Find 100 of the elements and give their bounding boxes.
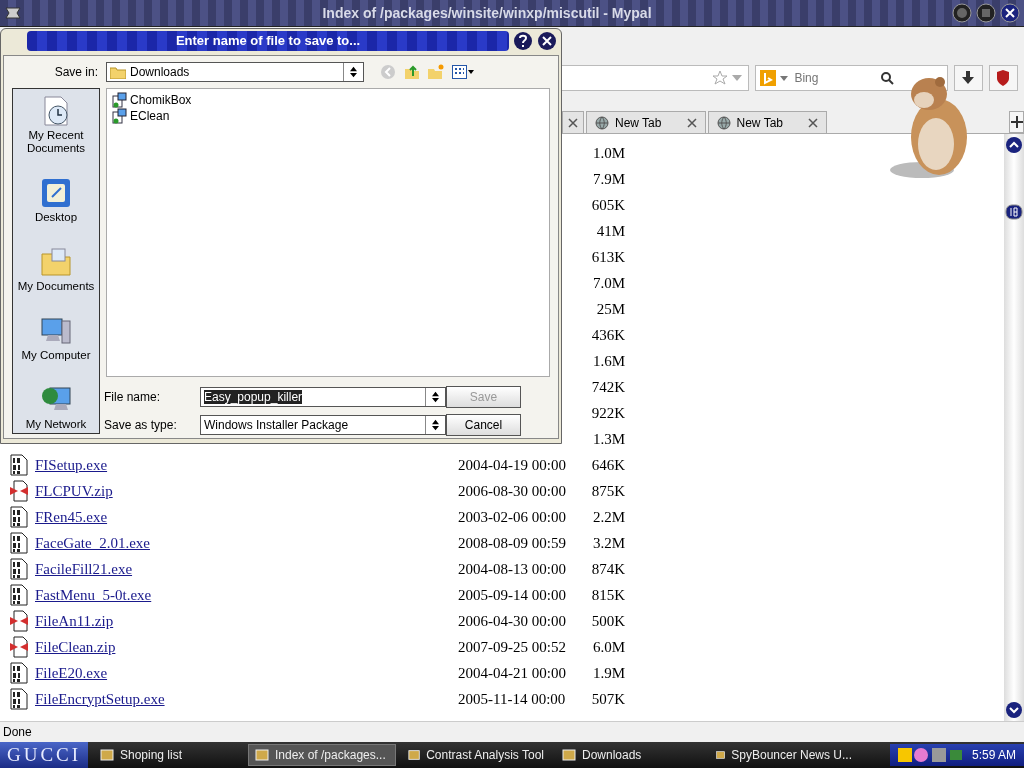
cancel-button[interactable]: Cancel (446, 414, 521, 436)
size-cell-text: 646K (590, 456, 625, 474)
places-item[interactable]: Desktop (13, 177, 99, 224)
app-icon (4, 5, 22, 21)
file-link[interactable]: FRen45.exe (35, 508, 451, 526)
places-item[interactable]: My Computer (13, 315, 99, 362)
browser-tab[interactable] (562, 111, 584, 133)
archive-file-icon (10, 480, 28, 502)
size-cell-text: 1.9M (591, 664, 625, 682)
file-link[interactable]: FileAn11.zip (35, 612, 451, 630)
binary-file-icon (10, 506, 28, 528)
window-icon (562, 748, 576, 762)
blocker-button[interactable] (988, 65, 1018, 91)
size-cell-text: 874K (590, 560, 625, 578)
plus-icon (1010, 116, 1023, 128)
file-link[interactable]: FLCPUV.zip (35, 482, 451, 500)
taskbar-button[interactable]: SpyBouncer News U... (710, 744, 858, 766)
size-cell-text: 25M (595, 300, 625, 318)
file-name-label: File name: (104, 390, 162, 404)
tray-icons[interactable] (897, 747, 964, 763)
places-item[interactable]: My Recent Documents (13, 95, 99, 155)
save-in-dropdown[interactable]: Downloads (106, 62, 364, 82)
date-cell-text: 2005-09-14 00:00 (458, 586, 567, 604)
binary-file-icon (10, 662, 28, 684)
date-cell-text: 2004-04-19 00:00 (458, 456, 567, 474)
dropdown-icon[interactable] (780, 75, 789, 81)
file-link[interactable]: FileEncryptSetup.exe (35, 690, 451, 708)
taskbar-button[interactable]: Downloads (556, 744, 704, 766)
up-folder-icon[interactable] (404, 64, 420, 80)
size-cell-text: 815K (590, 586, 625, 604)
size-cell-text: 6.0M (591, 638, 625, 656)
taskbar-button[interactable]: Contrast Analysis Tool (402, 744, 550, 766)
browser-tab[interactable]: New Tab (707, 111, 828, 133)
size-cell-text: 605K (590, 196, 625, 214)
size-cell-text: 742K (590, 378, 625, 396)
desktop-icon (40, 177, 72, 209)
date-cell-text: 2007-09-25 00:52 (458, 638, 567, 656)
size-cell-text: 507K (590, 690, 625, 708)
size-cell-text: 3.2M (591, 534, 625, 552)
size-cell-text: 922K (590, 404, 625, 422)
window-icon (716, 748, 726, 762)
size-cell-text: 2.2M (591, 508, 625, 526)
file-name-field[interactable]: Easy_popup_killer (200, 387, 446, 407)
size-cell-text: 436K (590, 326, 625, 344)
star-icon[interactable] (712, 70, 729, 86)
file-link[interactable]: FileE20.exe (35, 664, 451, 682)
close-icon[interactable] (537, 31, 557, 51)
file-link[interactable]: FaceGate_2.01.exe (35, 534, 451, 552)
date-cell-text: 2004-08-13 00:00 (458, 560, 567, 578)
computer-icon (40, 315, 72, 347)
globe-icon (595, 115, 609, 130)
size-cell-text: 1.0M (591, 144, 625, 162)
installer-icon (111, 108, 127, 124)
file-link[interactable]: FastMenu_5-0t.exe (35, 586, 451, 604)
close-icon[interactable] (1000, 3, 1020, 23)
clock: 5:59 AM (971, 748, 1016, 762)
status-text: Done (3, 725, 32, 739)
view-menu-icon[interactable] (452, 65, 474, 79)
new-tab-button[interactable] (1009, 111, 1024, 133)
file-type-dropdown[interactable]: Windows Installer Package (200, 415, 446, 435)
file-link[interactable]: FacileFill21.exe (35, 560, 451, 578)
date-cell-text: 2006-08-30 00:00 (458, 482, 567, 500)
taskbar-button[interactable]: Shoping list (94, 744, 242, 766)
archive-file-icon (10, 636, 28, 658)
search-input[interactable]: Bing (792, 70, 877, 86)
browser-tab[interactable]: New Tab (586, 111, 706, 133)
places-item[interactable]: My Documents (13, 246, 99, 293)
address-field[interactable] (562, 65, 750, 91)
scroll-up-icon[interactable] (1005, 136, 1023, 154)
help-icon[interactable] (513, 31, 533, 51)
size-cell-text: 7.0M (591, 274, 625, 292)
binary-file-icon (10, 584, 28, 606)
file-item[interactable]: ChomikBox (111, 92, 545, 108)
taskbar-button[interactable]: Index of /packages... (248, 744, 396, 766)
minimize-icon[interactable] (952, 3, 972, 23)
window-icon (408, 748, 421, 762)
file-item[interactable]: EClean (111, 108, 545, 124)
maximize-icon[interactable] (976, 3, 996, 23)
file-link[interactable]: FileClean.zip (35, 638, 451, 656)
size-cell-text: 7.9M (591, 170, 625, 188)
binary-file-icon (10, 688, 28, 710)
places-item[interactable]: My Network (13, 384, 99, 431)
search-icon[interactable] (880, 71, 895, 85)
save-as-type-label: Save as type: (104, 418, 178, 432)
archive-file-icon (10, 610, 28, 632)
globe-icon (716, 115, 731, 130)
window-title: Index of /packages/winsite/winxp/miscutil - Mypal (321, 5, 653, 21)
shield-icon (996, 70, 1011, 86)
search-field[interactable]: Bing (755, 65, 948, 91)
window-icon (100, 748, 114, 762)
binary-file-icon (10, 454, 28, 476)
size-cell-text: 875K (590, 482, 625, 500)
download-button[interactable] (953, 65, 983, 91)
scroll-down-icon[interactable] (1005, 701, 1023, 719)
start-button[interactable]: GUCCI (0, 742, 88, 768)
installer-icon (111, 92, 127, 108)
size-cell-text: 1.6M (591, 352, 625, 370)
date-cell-text: 2008-08-09 00:59 (458, 534, 567, 552)
scroll-thumb-icon[interactable] (1005, 204, 1023, 220)
file-link[interactable]: FISetup.exe (35, 456, 451, 474)
